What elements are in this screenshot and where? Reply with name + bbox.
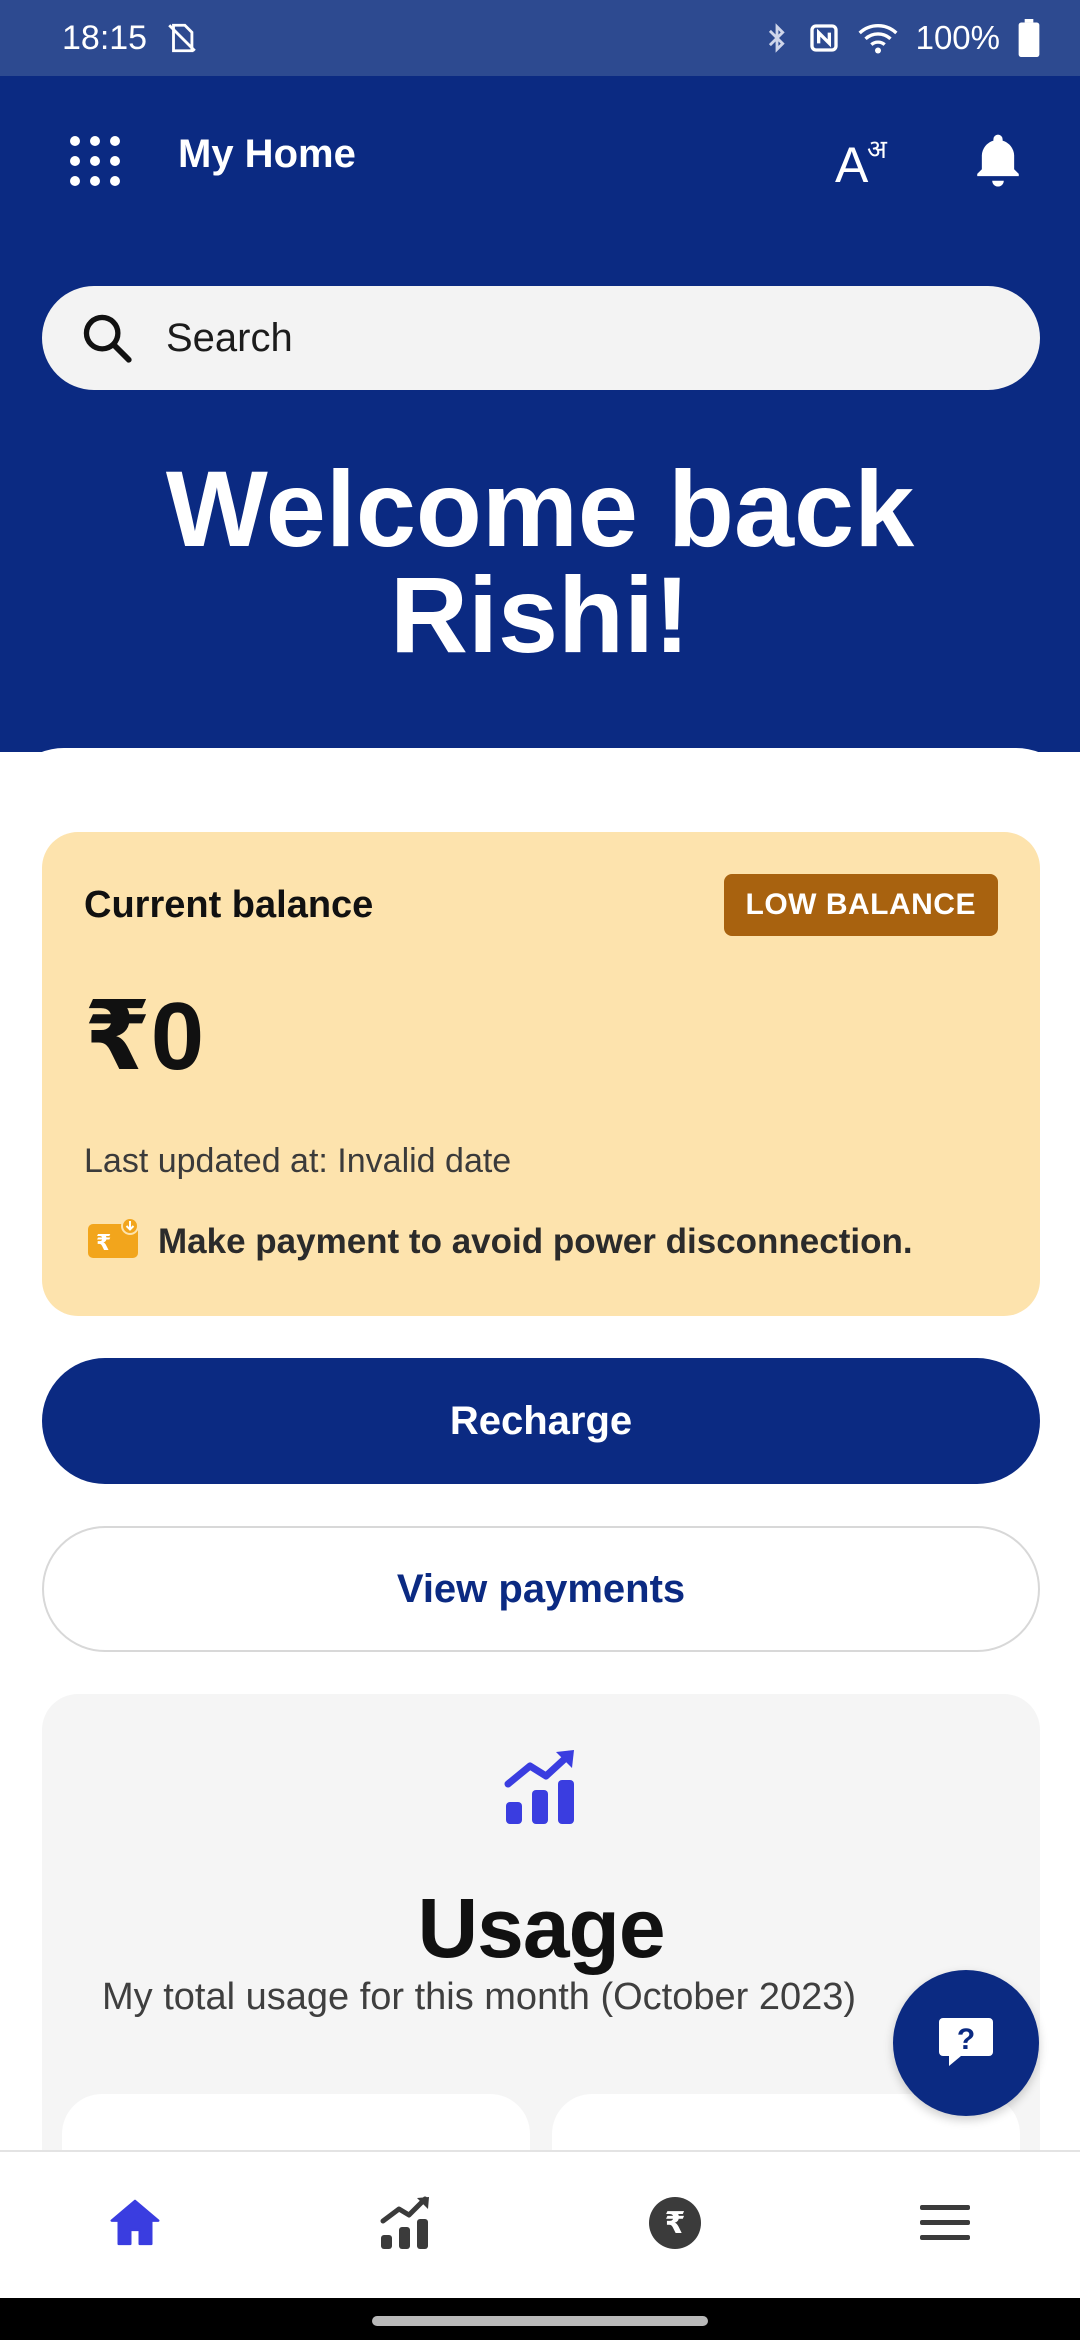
bell-icon[interactable] bbox=[966, 128, 1030, 192]
gesture-handle[interactable] bbox=[372, 2316, 708, 2326]
svg-text:अ: अ bbox=[867, 135, 888, 165]
welcome-line-2: Rishi! bbox=[389, 554, 690, 675]
status-badge: LOW BALANCE bbox=[723, 874, 998, 936]
rupee-icon: ₹ bbox=[648, 2196, 702, 2255]
status-bar: 18:15 100% bbox=[0, 0, 1080, 76]
header: My Home A अ Search Welcome back Rishi! bbox=[0, 76, 1080, 752]
bottom-navigation: ₹ bbox=[0, 2150, 1080, 2298]
page-title: My Home bbox=[178, 132, 356, 176]
usage-card: Usage My total usage for this month (Oct… bbox=[42, 1694, 1040, 2214]
search-icon bbox=[78, 309, 136, 367]
usage-chart-icon bbox=[504, 1746, 580, 1826]
last-updated-text: Last updated at: Invalid date bbox=[84, 1142, 512, 1180]
usage-title: Usage bbox=[417, 1881, 665, 1975]
apps-grid-icon[interactable] bbox=[68, 134, 122, 188]
svg-text:₹: ₹ bbox=[96, 1231, 111, 1256]
welcome-heading: Welcome back Rishi! bbox=[0, 448, 1080, 675]
warning-text: Make payment to avoid power disconnectio… bbox=[158, 1221, 913, 1261]
hamburger-menu-icon bbox=[920, 2203, 970, 2248]
search-input[interactable]: Search bbox=[166, 316, 293, 361]
rupee-wallet-icon: ₹ bbox=[88, 1217, 142, 1265]
battery-icon bbox=[1018, 19, 1040, 57]
payment-warning: ₹ Make payment to avoid power disconnect… bbox=[88, 1217, 913, 1265]
nav-menu[interactable] bbox=[810, 2152, 1080, 2298]
usage-subtitle: My total usage for this month (October 2… bbox=[102, 1976, 857, 2018]
nav-payments[interactable]: ₹ bbox=[540, 2152, 810, 2298]
svg-text:₹: ₹ bbox=[665, 2206, 686, 2241]
balance-card: Current balance LOW BALANCE ₹0 Last upda… bbox=[42, 832, 1040, 1316]
nav-usage[interactable] bbox=[270, 2152, 540, 2298]
language-toggle-icon[interactable]: A अ bbox=[830, 128, 900, 192]
battery-percentage: 100% bbox=[915, 19, 1000, 56]
search-bar[interactable]: Search bbox=[42, 286, 1040, 390]
balance-label: Current balance bbox=[84, 884, 374, 926]
help-chat-icon: ? bbox=[937, 2014, 995, 2073]
balance-amount: ₹0 bbox=[84, 983, 205, 1090]
no-sim-icon bbox=[165, 21, 199, 55]
help-chat-button[interactable]: ? bbox=[893, 1970, 1039, 2116]
welcome-line-1: Welcome back bbox=[165, 448, 915, 569]
bluetooth-icon bbox=[764, 21, 790, 55]
app-bar: My Home A अ bbox=[0, 76, 1080, 246]
nav-home[interactable] bbox=[0, 2152, 270, 2298]
bar-chart-icon bbox=[379, 2195, 431, 2256]
nfc-icon bbox=[808, 22, 840, 54]
recharge-button[interactable]: Recharge bbox=[42, 1358, 1040, 1484]
svg-text:A: A bbox=[835, 137, 869, 188]
view-payments-button[interactable]: View payments bbox=[42, 1526, 1040, 1652]
svg-text:?: ? bbox=[957, 2023, 975, 2056]
wifi-icon bbox=[858, 21, 898, 55]
status-time: 18:15 bbox=[62, 18, 148, 57]
home-icon bbox=[106, 2195, 164, 2256]
